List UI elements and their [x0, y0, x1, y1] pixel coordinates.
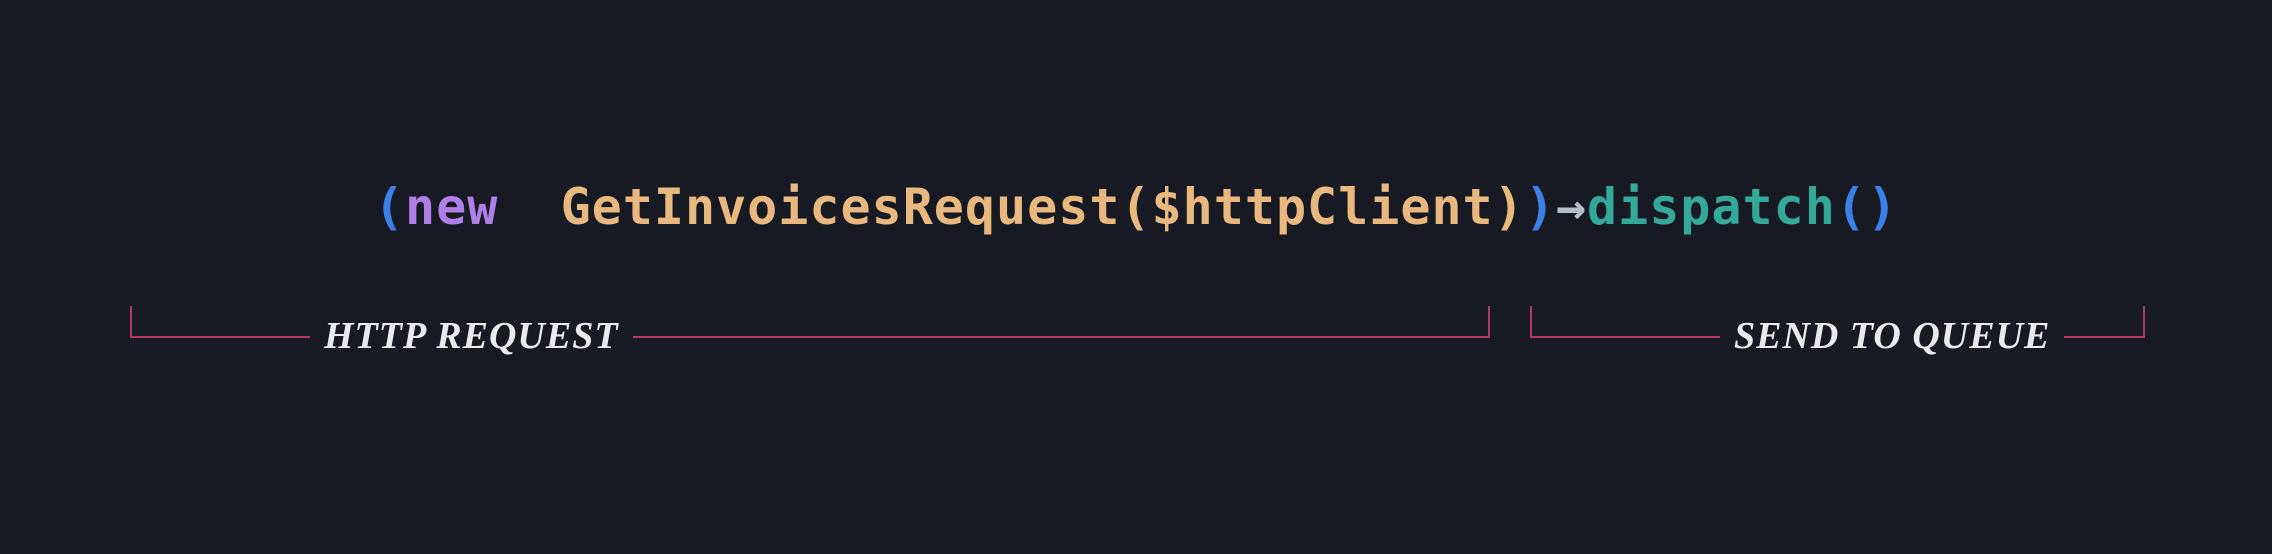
call-open-paren: (: [1836, 178, 1867, 236]
variable-http-client: $httpClient: [1152, 178, 1494, 236]
open-paren-outer: (: [374, 178, 405, 236]
keyword-new: new: [405, 178, 529, 236]
annotation-row: HTTP Request Send to queue: [0, 306, 2272, 376]
open-paren-inner: (: [1120, 178, 1151, 236]
label-send-to-queue: Send to queue: [1720, 314, 2064, 358]
close-paren-inner: ): [1494, 178, 1525, 236]
arrow-operator: →: [1556, 178, 1587, 236]
label-http-request: HTTP Request: [310, 314, 633, 358]
method-dispatch: dispatch: [1587, 178, 1836, 236]
code-expression: ( new GetInvoicesRequest ( $httpClient )…: [374, 178, 1898, 236]
close-paren-outer: ): [1525, 178, 1556, 236]
call-close-paren: ): [1867, 178, 1898, 236]
class-name: GetInvoicesRequest: [529, 178, 1120, 236]
